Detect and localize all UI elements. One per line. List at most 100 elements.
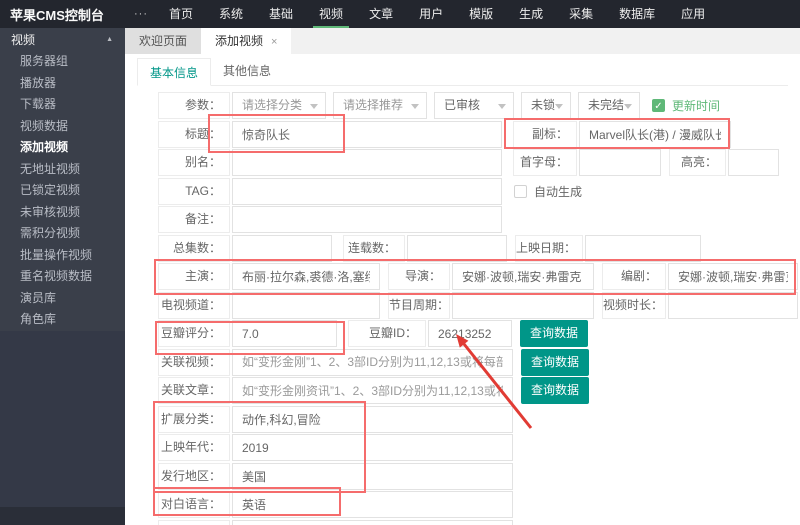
update-time-label: 更新时间 [672,97,720,114]
sidebar-item-role-library[interactable]: 角色库 [0,309,125,331]
clipped-field-input[interactable] [232,520,513,525]
tag-input[interactable] [232,178,502,205]
review-status-value: 已审核 [444,98,480,112]
writer-input[interactable] [668,263,798,290]
title-label: 标题： [158,121,230,148]
finish-status-select[interactable]: 未完结 [578,92,640,119]
sidebar-item-points-video[interactable]: 需积分视频 [0,223,125,245]
related-video-row: 关联视频： 查询数据 [158,349,800,376]
duration-input[interactable] [668,292,798,319]
finish-status-value: 未完结 [588,98,624,112]
subtitle-input[interactable] [579,121,731,148]
episodes-label: 总集数： [158,235,230,262]
alias-input[interactable] [232,149,502,176]
tab-add-video-label: 添加视频 [215,34,263,48]
highlight-input[interactable] [728,149,779,176]
category-select[interactable]: 请选择分类 [232,92,326,119]
sidebar-item-locked-video[interactable]: 已锁定视频 [0,180,125,202]
tab-welcome-page[interactable]: 欢迎页面 [125,28,201,54]
review-status-select[interactable]: 已审核 [434,92,514,119]
query-related-article-button[interactable]: 查询数据 [521,377,589,404]
tab-basic-info[interactable]: 基本信息 [137,58,211,86]
close-icon[interactable]: × [271,36,277,48]
query-related-video-button[interactable]: 查询数据 [521,349,589,376]
note-label: 备注： [158,206,230,233]
alias-row: 别名： 首字母： 高亮： [158,149,800,176]
tag-row: TAG： 自动生成 [158,178,800,205]
area-row: 发行地区： [158,463,800,490]
year-label: 上映年代： [158,434,230,461]
sidebar-item-video-data[interactable]: 视频数据 [0,116,125,138]
tab-add-video[interactable]: 添加视频 × [201,28,291,54]
douban-score-input[interactable] [232,320,337,347]
douban-id-label: 豆瓣ID： [348,320,426,347]
sidebar-item-batch-video[interactable]: 批量操作视频 [0,245,125,267]
serial-input[interactable] [407,235,507,262]
release-date-input[interactable] [585,235,701,262]
nav-item-generate[interactable]: 生成 [506,0,556,28]
sidebar: 视频 ▲ 服务器组 播放器 下载器 视频数据 添加视频 无地址视频 已锁定视频 … [0,28,125,525]
nav-item-template[interactable]: 模版 [456,0,506,28]
window-tabs: 欢迎页面 添加视频 × [125,28,800,54]
nav-item-article[interactable]: 文章 [356,0,406,28]
nav-item-app[interactable]: 应用 [668,0,718,28]
tab-welcome-label: 欢迎页面 [139,34,187,48]
params-label: 参数： [158,92,230,119]
sidebar-item-downloader[interactable]: 下载器 [0,94,125,116]
sidebar-item-player[interactable]: 播放器 [0,73,125,95]
query-douban-button[interactable]: 查询数据 [520,320,588,347]
tv-channel-input[interactable] [232,292,380,319]
subtitle-label: 副标： [513,121,577,148]
more-menu-icon[interactable]: ··· [126,8,156,20]
related-video-input[interactable] [232,349,513,376]
episodes-input[interactable] [232,235,332,262]
initial-input[interactable] [579,149,661,176]
language-input[interactable] [232,491,513,518]
add-video-form: 参数： 请选择分类 请选择推荐 已审核 未锁 未完结 ✓ 更新时间 标题： 副标… [137,86,800,525]
sidebar-item-server-group[interactable]: 服务器组 [0,51,125,73]
chevron-down-icon [411,104,419,109]
ext-class-input[interactable] [232,406,513,433]
note-input[interactable] [232,206,502,233]
auto-generate-label: 自动生成 [534,183,582,200]
sidebar-item-unreviewed-video[interactable]: 未审核视频 [0,202,125,224]
lock-status-select[interactable]: 未锁 [521,92,571,119]
sidebar-footer [0,507,125,525]
area-input[interactable] [232,463,513,490]
related-article-row: 关联文章： 查询数据 [158,377,800,404]
starring-input[interactable] [232,263,380,290]
year-input[interactable] [232,434,513,461]
ext-class-label: 扩展分类： [158,406,230,433]
update-time-checkbox[interactable]: ✓ [652,99,665,112]
nav-item-basic[interactable]: 基础 [256,0,306,28]
sidebar-section-label: 视频 [11,31,35,48]
nav-item-user[interactable]: 用户 [406,0,456,28]
sidebar-section-video[interactable]: 视频 ▲ [0,28,125,51]
recommend-select-value: 请选择推荐 [343,98,403,112]
nav-item-system[interactable]: 系统 [206,0,256,28]
auto-generate-checkbox[interactable] [514,185,527,198]
tab-other-info[interactable]: 其他信息 [211,57,283,85]
nav-item-home[interactable]: 首页 [156,0,206,28]
highlight-label: 高亮： [669,149,726,176]
nav-item-database[interactable]: 数据库 [606,0,668,28]
title-row: 标题： 副标： [158,121,800,148]
sidebar-item-no-address-video[interactable]: 无地址视频 [0,159,125,181]
language-label: 对白语言： [158,491,230,518]
sidebar-item-duplicate-video[interactable]: 重名视频数据 [0,266,125,288]
director-input[interactable] [452,263,594,290]
tag-label: TAG： [158,178,230,205]
program-cycle-input[interactable] [452,292,594,319]
params-row: 参数： 请选择分类 请选择推荐 已审核 未锁 未完结 ✓ 更新时间 [158,92,800,119]
sidebar-item-actor-library[interactable]: 演员库 [0,288,125,310]
douban-row: 豆瓣评分： 豆瓣ID： 查询数据 [158,320,800,347]
douban-id-input[interactable] [428,320,512,347]
title-input[interactable] [232,121,502,148]
nav-item-video[interactable]: 视频 [306,0,356,28]
related-article-input[interactable] [232,377,513,404]
nav-item-collect[interactable]: 采集 [556,0,606,28]
cast-row: 主演： 导演： 编剧： [158,263,800,290]
tv-channel-label: 电视频道： [158,292,230,319]
sidebar-item-add-video[interactable]: 添加视频 [0,137,125,159]
recommend-select[interactable]: 请选择推荐 [333,92,427,119]
